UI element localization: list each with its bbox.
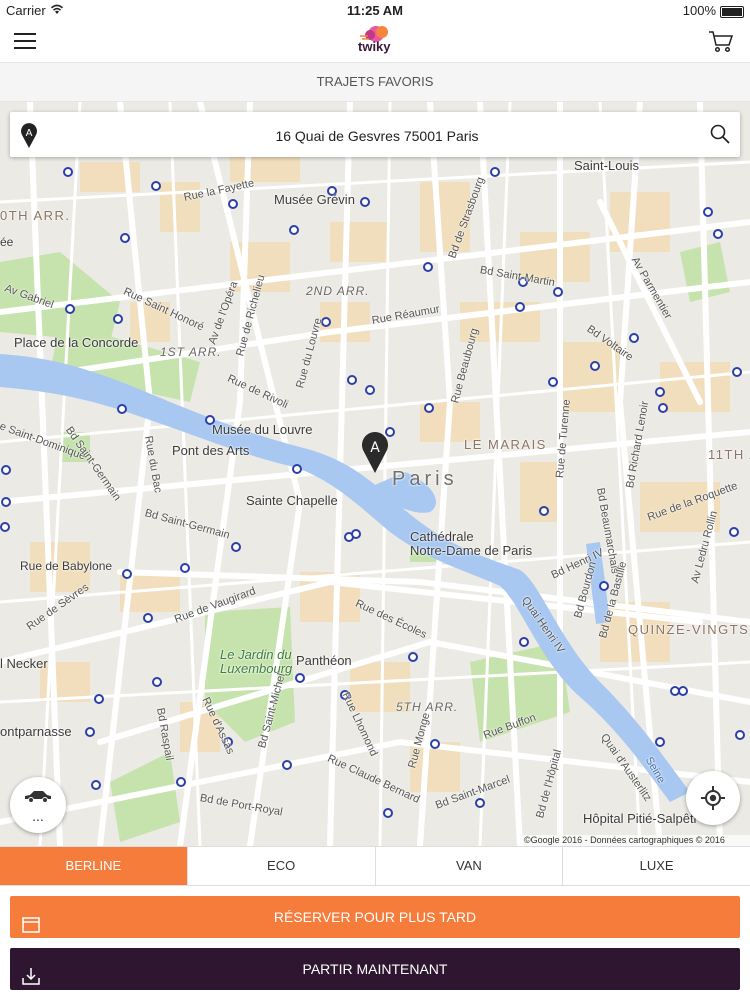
map-label: 11TH A — [708, 447, 750, 462]
tab-luxe[interactable]: LUXE — [563, 847, 750, 885]
map-label: Place de la Concorde — [14, 335, 139, 350]
favorite-trips-button[interactable]: TRAJETS FAVORIS — [0, 63, 750, 102]
map-label: Cathédrale — [410, 529, 474, 544]
twiky-logo: twiky — [350, 24, 400, 60]
map-label: Notre-Dame de Paris — [410, 543, 533, 558]
battery-percent: 100% — [682, 3, 716, 18]
more-label: ... — [32, 808, 44, 824]
marker-letter: A — [370, 440, 380, 456]
map-label: Musée Grévin — [274, 192, 355, 207]
app-header: twiky — [0, 22, 750, 63]
car-icon — [23, 789, 53, 803]
map-label: LE MARAIS — [464, 437, 547, 452]
location-marker-icon[interactable]: A — [361, 428, 389, 474]
map-label: Musée du Louvre — [212, 422, 313, 437]
map-label: Sainte Chapelle — [246, 493, 338, 508]
map-label: Hôpital Pitié-Salpêtr — [583, 811, 698, 826]
map-label: ontparnasse — [0, 724, 72, 739]
crosshair-icon — [701, 786, 725, 810]
vehicle-type-tabs: BERLINE ECO VAN LUXE — [0, 846, 750, 886]
map-label: Panthéon — [296, 653, 352, 668]
status-bar: Carrier 11:25 AM 100% — [0, 0, 750, 22]
map-label: Paris — [392, 468, 458, 490]
book-later-button[interactable]: RÉSERVER POUR PLUS TARD — [10, 896, 740, 938]
tab-berline[interactable]: BERLINE — [0, 847, 188, 885]
map-label: l Necker — [0, 656, 48, 671]
pin-letter: A — [26, 128, 33, 139]
map-label: 5TH ARR. — [396, 700, 459, 714]
calendar-icon — [22, 907, 40, 933]
map-label: 1ST ARR. — [160, 345, 222, 359]
map-label: QUINZE-VINGTS — [628, 622, 750, 637]
map-label: Le Jardin du — [220, 647, 292, 662]
map-label: 0TH ARR. — [0, 208, 71, 223]
map-label: ée — [0, 235, 14, 249]
search-icon[interactable] — [710, 124, 730, 144]
book-later-label: RÉSERVER POUR PLUS TARD — [273, 909, 477, 925]
leave-now-label: PARTIR MAINTENANT — [302, 961, 448, 977]
cart-icon[interactable] — [708, 30, 734, 54]
map-label: Pont des Arts — [172, 443, 250, 458]
leave-now-button[interactable]: PARTIR MAINTENANT — [10, 948, 740, 990]
logo-text: twiky — [358, 39, 391, 54]
address-search-box: A — [10, 112, 740, 159]
map-label: Saint-Louis — [574, 158, 640, 173]
status-time: 11:25 AM — [347, 3, 403, 18]
map-label: Rue de Babylone — [20, 559, 113, 573]
pickup-pin-icon: A — [20, 121, 38, 149]
hamburger-menu-icon[interactable] — [14, 33, 36, 51]
battery-icon — [720, 6, 744, 18]
map-label: 2ND ARR. — [306, 284, 370, 298]
tab-van[interactable]: VAN — [376, 847, 564, 885]
my-location-button[interactable] — [686, 771, 740, 825]
address-input[interactable] — [50, 112, 704, 159]
vehicle-options-button[interactable]: ... — [10, 777, 66, 833]
tab-eco[interactable]: ECO — [188, 847, 376, 885]
download-icon — [22, 959, 40, 985]
